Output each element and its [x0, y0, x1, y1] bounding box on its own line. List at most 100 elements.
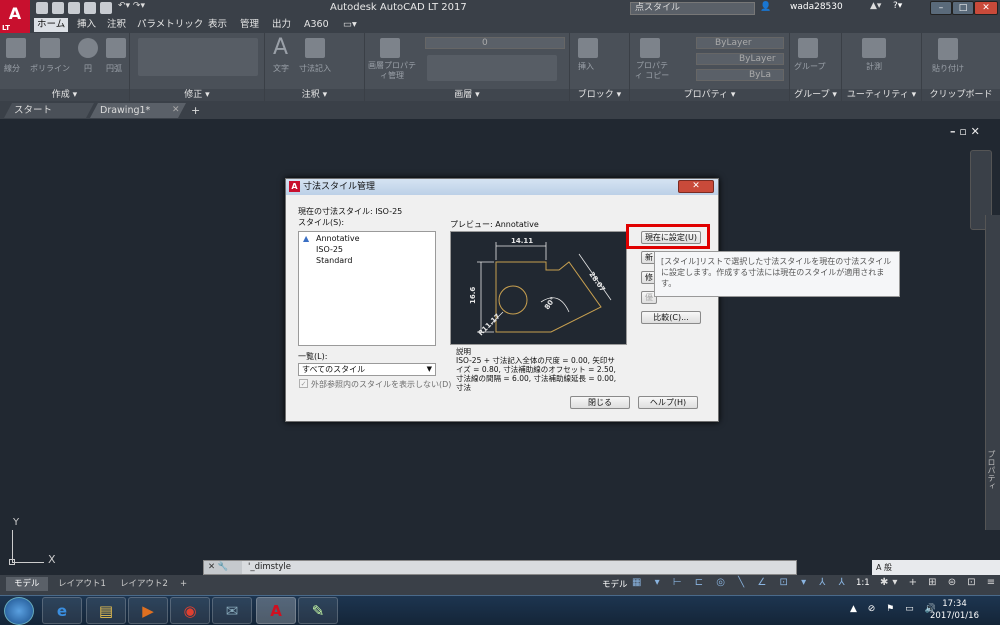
print-icon[interactable] [100, 2, 112, 14]
binoculars-icon[interactable]: 👤 [760, 2, 771, 12]
model-space-button[interactable]: モデル [602, 578, 628, 590]
lineweight-dropdown[interactable]: ByLa [696, 69, 784, 81]
polyline-icon[interactable] [40, 38, 60, 58]
new-tab-icon[interactable]: + [191, 104, 200, 117]
tab-layout1[interactable]: レイアウト1 [50, 577, 114, 591]
preview-label: プレビュー: Annotative [450, 220, 539, 229]
help-button[interactable]: ヘルプ(H) [638, 396, 698, 409]
tab-parametric[interactable]: パラメトリック [134, 18, 206, 32]
linetype-dropdown[interactable]: ByLayer [696, 53, 784, 65]
clock-time: 17:34 [942, 599, 967, 609]
tab-annotate[interactable]: 注釈 [104, 18, 129, 32]
layer-properties-icon[interactable] [380, 38, 400, 58]
annotation-scale[interactable]: 1:1 [856, 578, 870, 588]
ucs-y-label: Y [13, 517, 20, 528]
minimize-button[interactable]: – [930, 1, 952, 15]
tab-insert[interactable]: 挿入 [74, 18, 99, 32]
viewport-controls-icon[interactable]: – ▫ ✕ [950, 125, 980, 138]
save-icon[interactable] [68, 2, 80, 14]
ucs-origin-icon [9, 559, 15, 565]
panel-draw-title[interactable]: 作成 ▾ [0, 89, 129, 101]
layer-tools-icon[interactable] [427, 55, 557, 81]
text-icon[interactable]: A [273, 35, 288, 60]
search-input[interactable]: 点スタイル [630, 2, 755, 15]
chrome-icon[interactable]: ◉ [170, 597, 210, 624]
dimension-icon[interactable] [305, 38, 325, 58]
command-input[interactable]: '_dimstyle [248, 561, 291, 574]
styles-list[interactable]: ▲ Annotative ISO-25 Standard [298, 231, 436, 346]
panel-layers-title[interactable]: 画層 ▾ [365, 89, 569, 101]
preview-drawing: 14.11 16.6 28.07 80° R11.17 [469, 237, 612, 337]
tab-manage[interactable]: 管理 [237, 18, 262, 32]
explorer-icon[interactable]: ▤ [86, 597, 126, 624]
list-item[interactable]: Annotative [316, 234, 360, 243]
group-icon[interactable] [798, 38, 818, 58]
tab-output[interactable]: 出力 [269, 18, 294, 32]
tab-a360[interactable]: A360 [301, 18, 332, 32]
help-icon[interactable]: ?▾ [893, 1, 902, 11]
preview-dim-left: 16.6 [469, 287, 477, 304]
panel-utilities: 計測 ユーティリティ ▾ [842, 33, 922, 101]
paint-icon[interactable]: ✎ [298, 597, 338, 624]
status-settings-icon[interactable]: ✱▾ + ⊞ ⊜ ⊡ ≡ [880, 577, 999, 588]
dialog-close-button[interactable]: ✕ [678, 180, 714, 193]
compare-button[interactable]: 比較(C)... [641, 311, 701, 324]
circle-icon[interactable] [78, 38, 98, 58]
panel-annotation-title[interactable]: 注釈 ▾ [265, 89, 364, 101]
start-button[interactable] [4, 597, 34, 625]
media-player-icon[interactable]: ▶ [128, 597, 168, 624]
add-layout-icon[interactable]: + [172, 577, 195, 591]
system-tray[interactable]: ▲ ⊘ ⚑ ▭ 🔊 [850, 604, 940, 614]
open-icon[interactable] [52, 2, 64, 14]
tab-layout2[interactable]: レイアウト2 [112, 577, 176, 591]
layer-dropdown[interactable]: 0 [425, 37, 565, 49]
autocad-taskbar-icon[interactable]: A [256, 597, 296, 624]
paste-icon[interactable] [938, 38, 958, 60]
clock[interactable]: 17:34 2017/01/16 [930, 598, 979, 622]
panel-utilities-title[interactable]: ユーティリティ ▾ [842, 89, 921, 101]
user-name[interactable]: wada28530 [790, 2, 843, 12]
list-item[interactable]: ISO-25 [316, 245, 343, 254]
close-button[interactable]: ✕ [974, 1, 998, 15]
xref-checkbox-label: 外部参照内のスタイルを表示しない(D) [311, 380, 452, 389]
maximize-button[interactable]: □ [952, 1, 974, 15]
command-line-icons[interactable]: ✕ 🔧 ⌨ ▸ [204, 561, 242, 585]
exchange-icon[interactable]: ▲▾ [870, 1, 881, 11]
paste-label: 貼り付け [932, 64, 964, 73]
list-filter-select[interactable]: すべてのスタイル ▼ [298, 363, 436, 376]
modify-tools-icon[interactable] [138, 38, 258, 76]
status-tools-icon[interactable]: ▦ ▾ ⊢ ⊏ ◎ ╲ ∠ ⊡ ▾ ⅄ ⅄ [632, 577, 850, 588]
thunderbird-icon[interactable]: ✉ [212, 597, 252, 624]
arc-icon[interactable] [106, 38, 126, 58]
panel-properties-title[interactable]: プロパティ ▾ [630, 89, 789, 101]
xref-checkbox[interactable]: ✓ [299, 379, 308, 388]
new-icon[interactable] [36, 2, 48, 14]
ribbon: 線分 ポリライン 円 円弧 作成 ▾ 修正 ▾ A 文字 寸法記入 注釈 ▾ 画… [0, 33, 1000, 101]
dialog-title[interactable]: 寸法スタイル管理 [286, 179, 718, 195]
undo-icon[interactable]: ↶▾ ↷▾ [118, 1, 145, 11]
color-dropdown[interactable]: ByLayer [696, 37, 784, 49]
panel-clipboard-title[interactable]: クリップボード [922, 89, 1000, 101]
tab-view[interactable]: 表示 [205, 18, 230, 32]
close-tab-icon[interactable]: ✕ [172, 105, 180, 115]
list-label: 一覧(L): [298, 352, 328, 361]
panel-groups-title[interactable]: グループ ▾ [790, 89, 841, 101]
current-style-label: 現在の寸法スタイル: ISO-25 [298, 207, 403, 216]
tab-more-icon[interactable]: ▭▾ [340, 18, 360, 32]
tab-home[interactable]: ホーム [34, 18, 69, 32]
saveas-icon[interactable] [84, 2, 96, 14]
list-item[interactable]: Standard [316, 256, 352, 265]
infocenter-bar[interactable]: A 般 [872, 560, 1000, 575]
panel-block-title[interactable]: ブロック ▾ [570, 89, 629, 101]
tab-start[interactable]: スタート [4, 103, 94, 118]
close-button[interactable]: 閉じる [570, 396, 630, 409]
command-line[interactable]: ✕ 🔧 ⌨ ▸ '_dimstyle [203, 560, 797, 585]
line-icon[interactable] [6, 38, 26, 58]
panel-modify-title[interactable]: 修正 ▾ [130, 89, 264, 101]
insert-icon[interactable] [578, 38, 598, 58]
tab-model[interactable]: モデル [6, 577, 48, 591]
app-logo[interactable]: A LT [0, 0, 30, 33]
match-properties-icon[interactable] [640, 38, 660, 58]
measure-icon[interactable] [862, 38, 886, 58]
ie-icon[interactable]: e [42, 597, 82, 624]
